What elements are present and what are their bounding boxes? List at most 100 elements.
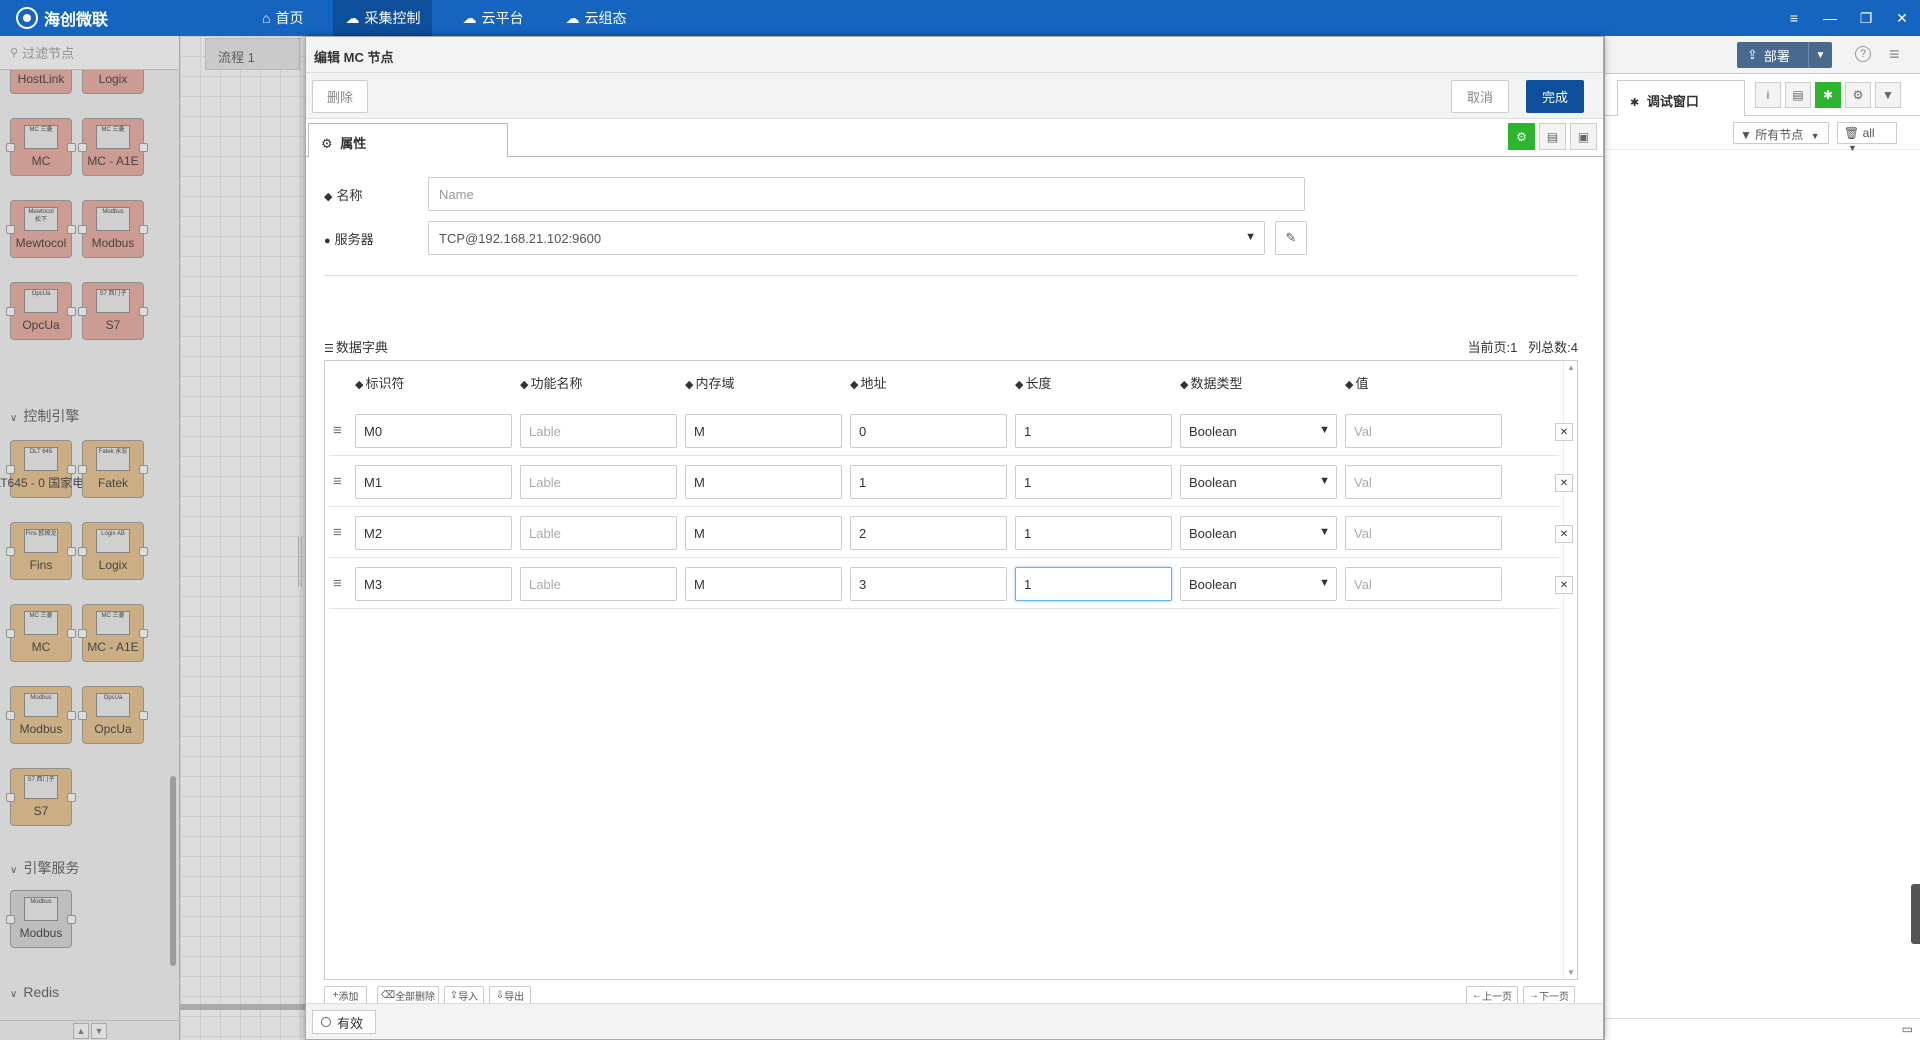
cell-type[interactable]: Boolean ▼ [1180,567,1337,601]
cloud-gear-icon: ☁ [345,9,360,26]
chevron-down-icon[interactable]: ▼ [1808,42,1832,68]
filter-nodes-select[interactable]: ▼ 所有节点 ▼ [1733,122,1829,144]
tab-debug[interactable]: ✱ 调试窗口 [1617,80,1745,116]
cell-val[interactable]: Val [1345,516,1502,550]
edge-widget-handle[interactable] [1911,884,1920,944]
cell-type[interactable]: Boolean ▼ [1180,465,1337,499]
book-icon[interactable]: ▤ [1785,82,1811,108]
cell-addr[interactable]: 1 [850,465,1007,499]
delete-row-icon[interactable]: ✕ [1555,474,1573,492]
cell-func[interactable]: Lable [520,414,677,448]
column-header: ◆ 内存域 [685,373,734,392]
nav-collect-control[interactable]: ☁ 采集控制 [333,0,433,36]
info-icon[interactable]: i [1755,82,1781,108]
chevron-down-icon[interactable]: ▼ [1875,82,1901,108]
cell-type[interactable]: Boolean ▼ [1180,414,1337,448]
server-select[interactable]: TCP@192.168.21.102:9600 ▼ [428,221,1265,255]
delete-row-icon[interactable]: ✕ [1555,576,1573,594]
cell-func[interactable]: Lable [520,516,677,550]
sidebar-tabs: ✱ 调试窗口 i ▤ ✱ ⚙ ▼ [1605,74,1920,116]
close-icon[interactable]: ✕ [1884,0,1920,36]
cell-addr[interactable]: 2 [850,516,1007,550]
drag-handle-icon[interactable]: ≡ [333,473,342,490]
cell-len-value: 1 [1024,525,1032,541]
filter-nodes-label: 所有节点 [1755,128,1804,142]
menu-icon[interactable]: ≡ [1776,0,1812,36]
nav-cloud-config[interactable]: ☁ 云组态 [553,0,638,36]
monitor-icon[interactable]: ▭ [1902,1022,1913,1036]
description-icon[interactable]: ▤ [1539,123,1566,150]
cell-type[interactable]: Boolean ▼ [1180,516,1337,550]
deploy-main[interactable]: ⇪ 部署 [1737,46,1808,65]
cell-len[interactable]: 1 [1015,567,1172,601]
cell-addr[interactable]: 0 [850,414,1007,448]
help-icon[interactable]: ? [1855,46,1871,62]
cell-area-value: M [694,474,705,490]
delete-all-label: 全部删除 [395,992,436,1003]
column-header: ◆ 标识符 [355,373,404,392]
minimize-icon[interactable]: — [1812,0,1848,36]
name-input[interactable]: Name [428,177,1305,211]
cell-len[interactable]: 1 [1015,414,1172,448]
edit-node-tray: 编辑 MC 节点 删除 取消 完成 ⚙ 属性 ⚙ ▤ ▣ ◆ 名称 Name ●… [298,36,1604,1040]
edit-server-button[interactable]: ✎ [1275,221,1307,255]
tag-icon: ◆ [355,379,364,391]
left-resize-handle[interactable] [298,537,302,587]
cancel-button[interactable]: 取消 [1451,80,1509,113]
debug-bug-icon[interactable]: ✱ [1815,82,1841,108]
cell-area[interactable]: M [685,516,842,550]
nav-home[interactable]: ⌂ 首页 [250,0,315,36]
cell-area[interactable]: M [685,465,842,499]
gear-icon[interactable]: ⚙ [1845,82,1871,108]
cell-val[interactable]: Val [1345,414,1502,448]
cell-val[interactable]: Val [1345,465,1502,499]
tab-properties[interactable]: ⚙ 属性 [308,123,508,158]
deploy-button[interactable]: ⇪ 部署 ▼ [1737,42,1832,68]
cell-func[interactable]: Lable [520,567,677,601]
prev-page-label: 上一页 [1482,992,1512,1003]
scroll-down-icon[interactable]: ▼ [1567,968,1575,977]
drag-handle-icon[interactable]: ≡ [333,422,342,439]
done-button[interactable]: 完成 [1526,80,1584,113]
scroll-up-icon[interactable]: ▲ [1567,363,1575,372]
cell-func[interactable]: Lable [520,465,677,499]
cell-id[interactable]: M1 [355,465,512,499]
appearance-icon[interactable]: ▣ [1570,123,1597,150]
chevron-down-icon: ▼ [1319,577,1330,589]
filter-level-select[interactable]: 🗑 all ▼ [1837,122,1897,153]
drag-handle-icon[interactable]: ≡ [333,524,342,541]
delete-row-icon[interactable]: ✕ [1555,423,1573,441]
hamburger-menu-icon[interactable]: ≡ [1889,44,1900,65]
chevron-down-icon: ▼ [1245,231,1256,243]
tag-icon: ◆ [685,379,694,391]
column-header: ◆ 地址 [850,373,886,392]
settings-gear-icon[interactable]: ⚙ [1508,123,1535,150]
column-header: ◆ 功能名称 [520,373,582,392]
cell-id[interactable]: M2 [355,516,512,550]
chevron-down-icon: ▼ [1319,475,1330,487]
enabled-toggle[interactable]: 有效 [312,1010,376,1034]
import-label: 导入 [458,992,479,1003]
cell-len[interactable]: 1 [1015,465,1172,499]
chevron-down-icon: ▼ [1810,131,1820,141]
debug-filter-bar: ▼ 所有节点 ▼ 🗑 all ▼ [1605,116,1920,153]
cell-val-value: Val [1354,474,1372,490]
cell-id[interactable]: M3 [355,567,512,601]
cell-area[interactable]: M [685,414,842,448]
dict-scrollbar[interactable]: ▲ ▼ [1563,361,1577,979]
table-row: ≡ M2 Lable M 2 1 Boolean ▼ Val ✕ [329,508,1573,558]
cell-addr[interactable]: 3 [850,567,1007,601]
cell-id[interactable]: M0 [355,414,512,448]
column-header-label: 值 [1355,376,1369,391]
brand[interactable]: 海创微联 [0,6,250,30]
delete-button[interactable]: 删除 [312,80,368,113]
delete-row-icon[interactable]: ✕ [1555,525,1573,543]
cell-area[interactable]: M [685,567,842,601]
drag-handle-icon[interactable]: ≡ [333,575,342,592]
cell-len[interactable]: 1 [1015,516,1172,550]
tag-icon: ◆ [850,379,859,391]
nav-cloud-platform[interactable]: ☁ 云平台 [450,0,535,36]
column-header: ◆ 数据类型 [1180,373,1242,392]
maximize-icon[interactable]: ❐ [1848,0,1884,36]
cell-val[interactable]: Val [1345,567,1502,601]
